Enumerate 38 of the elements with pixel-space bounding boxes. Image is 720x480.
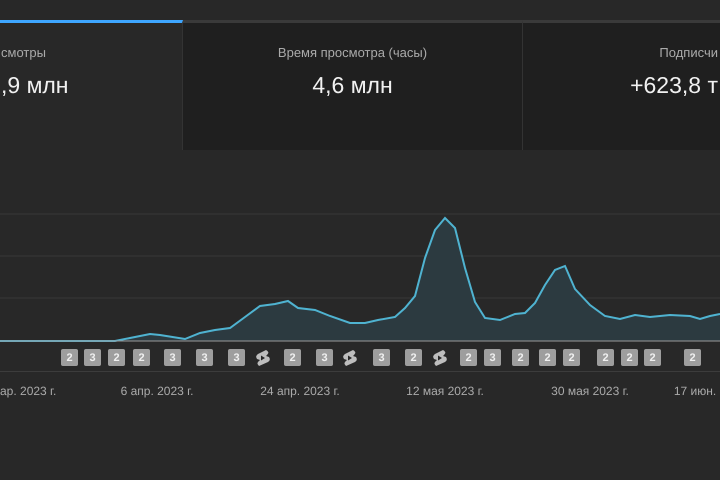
metric-tab[interactable]: Подписчи +623,8 т — [523, 20, 720, 150]
video-count-badge[interactable]: 3 — [484, 349, 501, 366]
metric-value: ,9 млн — [1, 72, 69, 99]
video-count-badge[interactable]: 3 — [196, 349, 213, 366]
metric-tab[interactable]: смотры ,9 млн — [0, 20, 183, 150]
video-count-badge[interactable]: 2 — [512, 349, 529, 366]
video-count-badge[interactable]: 3 — [228, 349, 245, 366]
metric-label: Подписчи — [659, 45, 718, 60]
shorts-icon[interactable] — [342, 349, 358, 367]
date-axis-label: 6 апр. 2023 г. — [120, 384, 194, 398]
video-count-badge[interactable]: 2 — [61, 349, 78, 366]
date-axis-label: ар. 2023 г. — [0, 384, 56, 398]
video-count-badge[interactable]: 2 — [684, 349, 701, 366]
shorts-icon[interactable] — [255, 349, 271, 367]
metric-tab[interactable]: Время просмотра (часы) 4,6 млн — [183, 20, 523, 150]
metric-value: +623,8 т — [630, 72, 718, 99]
video-count-badge[interactable]: 2 — [563, 349, 580, 366]
video-count-badge[interactable]: 2 — [539, 349, 556, 366]
date-axis-label: 17 июн. — [674, 384, 716, 398]
metric-label: смотры — [1, 45, 46, 60]
video-count-badge[interactable]: 2 — [405, 349, 422, 366]
video-count-badge[interactable]: 3 — [316, 349, 333, 366]
date-axis-label: 30 мая 2023 г. — [551, 384, 629, 398]
video-count-badge[interactable]: 2 — [597, 349, 614, 366]
video-count-badge[interactable]: 2 — [133, 349, 150, 366]
video-count-badge[interactable]: 3 — [84, 349, 101, 366]
video-count-badge[interactable]: 2 — [644, 349, 661, 366]
date-axis-label: 24 апр. 2023 г. — [260, 384, 340, 398]
metric-value: 4,6 млн — [312, 72, 393, 99]
video-count-badge[interactable]: 3 — [373, 349, 390, 366]
video-count-badge[interactable]: 3 — [164, 349, 181, 366]
shorts-icon[interactable] — [432, 349, 448, 367]
video-count-badge[interactable]: 2 — [108, 349, 125, 366]
date-axis-label: 12 мая 2023 г. — [406, 384, 484, 398]
video-count-badge[interactable]: 2 — [621, 349, 638, 366]
video-count-badge[interactable]: 2 — [460, 349, 477, 366]
metric-label: Время просмотра (часы) — [278, 45, 428, 60]
video-count-badge[interactable]: 2 — [284, 349, 301, 366]
